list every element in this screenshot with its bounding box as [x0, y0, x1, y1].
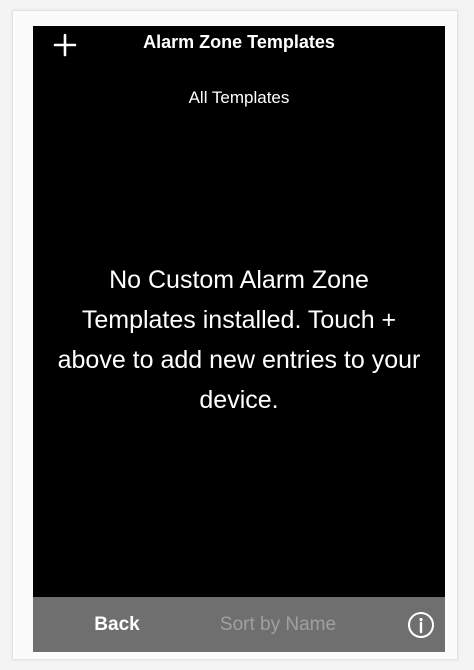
back-button[interactable]: Back — [77, 597, 157, 652]
bottom-toolbar: Back Sort by Name — [33, 597, 445, 652]
plus-icon — [53, 33, 77, 57]
filter-subtitle: All Templates — [188, 88, 290, 107]
add-template-button[interactable] — [43, 28, 87, 62]
info-button[interactable] — [405, 609, 437, 641]
info-icon — [408, 612, 434, 638]
navigation-bar: Alarm Zone Templates — [33, 26, 445, 64]
app-screen: Alarm Zone Templates All Templates No Cu… — [33, 26, 445, 652]
page-title: Alarm Zone Templates — [143, 32, 335, 52]
sort-by-name-button: Sort by Name — [219, 613, 337, 635]
empty-state-message: No Custom Alarm Zone Templates installed… — [57, 266, 421, 414]
